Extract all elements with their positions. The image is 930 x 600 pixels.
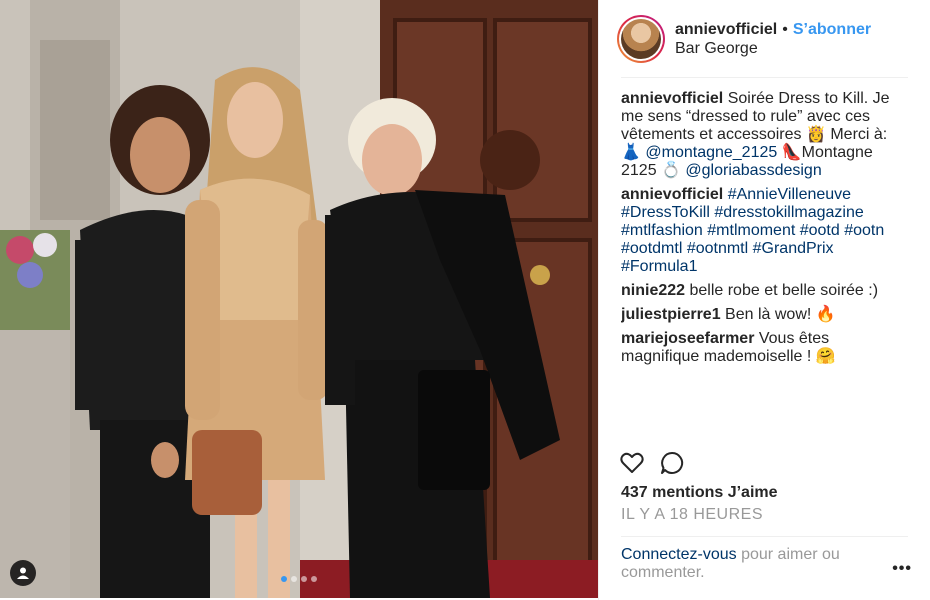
footer-divider	[621, 536, 908, 537]
avatar-image	[621, 19, 661, 59]
comment-username[interactable]: ninie222	[621, 282, 685, 299]
comment-text: belle robe et belle soirée :)	[685, 282, 879, 299]
likes-count[interactable]: 437 mentions J’aime	[621, 484, 778, 502]
avatar-frame	[619, 17, 663, 61]
photo-illustration	[0, 0, 598, 598]
comment-text: Ben là wow! 🔥	[720, 306, 836, 323]
comment-item: mariejoseefarmer Vous êtes magnifique ma…	[621, 330, 911, 366]
avatar[interactable]	[617, 15, 665, 63]
carousel-dot[interactable]	[291, 576, 297, 582]
action-bar	[619, 450, 685, 476]
comment-icon[interactable]	[659, 450, 685, 476]
author-username[interactable]: annievofficiel	[675, 21, 777, 39]
post-header: annievofficiel • S’abonner Bar George	[599, 0, 930, 78]
separator-dot: •	[782, 20, 788, 38]
header-divider	[621, 77, 908, 78]
post-photo[interactable]	[0, 0, 598, 598]
login-prompt: Connectez-vous pour aimer ou commenter.	[621, 546, 881, 582]
carousel-dot[interactable]	[301, 576, 307, 582]
post-sidebar: annievofficiel • S’abonner Bar George an…	[598, 0, 930, 600]
comment-username[interactable]: mariejoseefarmer	[621, 330, 754, 347]
login-link[interactable]: Connectez-vous	[621, 546, 737, 563]
header-meta: annievofficiel • S’abonner Bar George	[675, 21, 871, 58]
comment-item: ninie222 belle robe et belle soirée :)	[621, 282, 911, 300]
comment-username[interactable]: juliestpierre1	[621, 306, 721, 323]
carousel-dot[interactable]	[311, 576, 317, 582]
instagram-post: annievofficiel • S’abonner Bar George an…	[0, 0, 930, 600]
more-options-button[interactable]: •••	[892, 560, 912, 578]
comments-list[interactable]: annievofficiel Soirée Dress to Kill. Je …	[621, 90, 911, 442]
person-icon	[17, 567, 29, 579]
post-timestamp[interactable]: IL Y A 18 HEURES	[621, 506, 763, 524]
comment-link[interactable]: @gloriabassdesign	[685, 162, 821, 179]
header-row: annievofficiel • S’abonner	[675, 21, 871, 39]
comment-username[interactable]: annievofficiel	[621, 186, 723, 203]
follow-button[interactable]: S’abonner	[793, 21, 871, 39]
comment-item: juliestpierre1 Ben là wow! 🔥	[621, 306, 911, 324]
comment-username[interactable]: annievofficiel	[621, 90, 723, 107]
carousel-indicator	[281, 576, 317, 582]
comment-link[interactable]: @montagne_2125	[645, 144, 777, 161]
location-link[interactable]: Bar George	[675, 40, 871, 58]
comment-item: annievofficiel #AnnieVilleneuve #DressTo…	[621, 186, 911, 276]
tagged-people-button[interactable]	[10, 560, 36, 586]
carousel-dot[interactable]	[281, 576, 287, 582]
heart-icon[interactable]	[619, 450, 645, 476]
comment-item: annievofficiel Soirée Dress to Kill. Je …	[621, 90, 911, 180]
